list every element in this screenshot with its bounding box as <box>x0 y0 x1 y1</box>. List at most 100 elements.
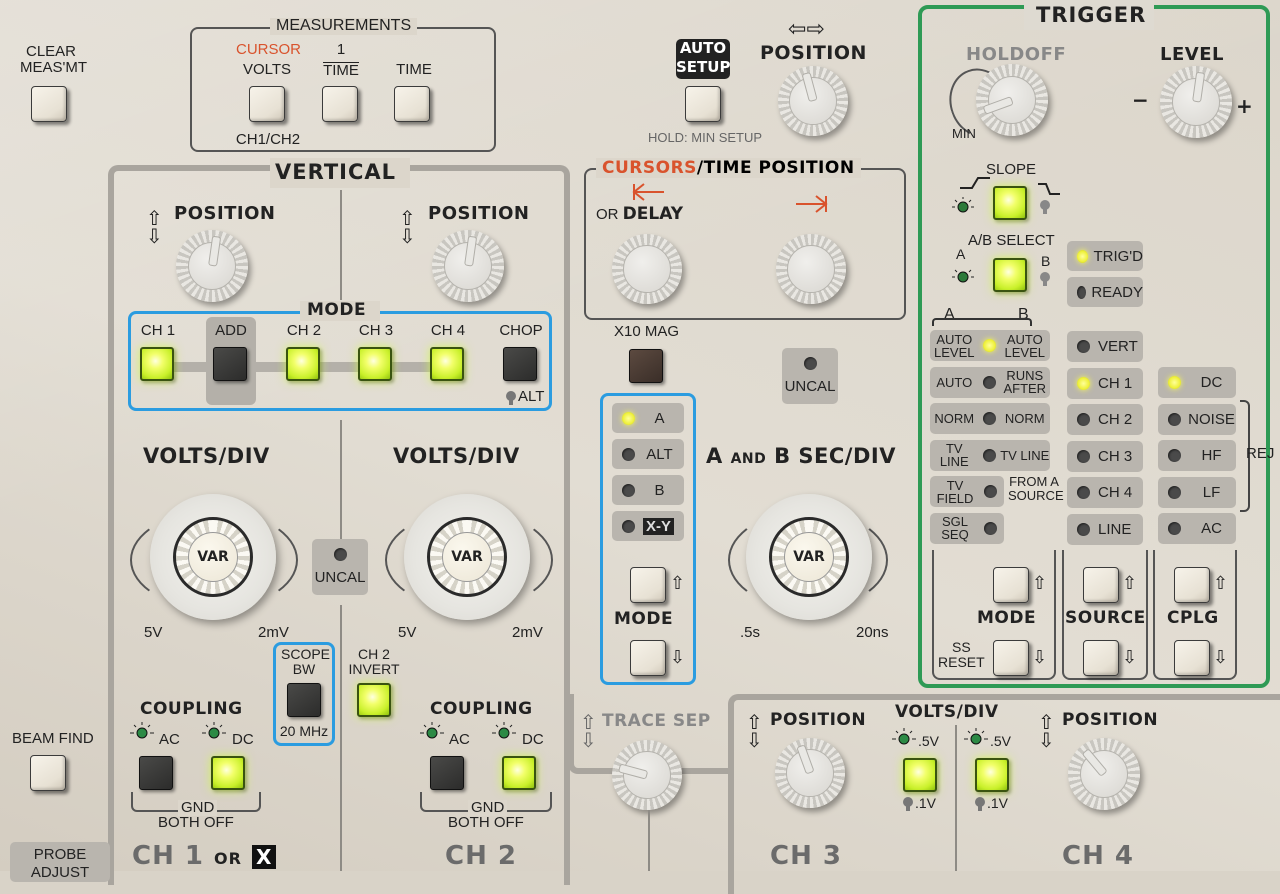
trigger-cplg-down-button[interactable] <box>1174 640 1210 676</box>
ch4-position-knob[interactable] <box>1068 738 1140 810</box>
mode-item-label: X-Y <box>643 517 675 535</box>
vertical-mode-button-ch2[interactable] <box>286 347 320 381</box>
trigger-mode-row: TV LINE TV LINE <box>930 439 1050 471</box>
inverse-time-numerator: 1 <box>336 41 346 58</box>
trigger-mode-row: AUTO RUNS AFTER <box>930 366 1050 398</box>
cursors-title-rest: /TIME POSITION <box>696 158 855 178</box>
slope-label: SLOPE <box>986 161 1037 178</box>
slope-button[interactable] <box>993 186 1027 220</box>
coupling-label: AC <box>1201 520 1222 537</box>
trigd-led <box>1077 249 1089 263</box>
ch3-high-label: .5V <box>918 733 940 749</box>
trace-sep-knob[interactable] <box>612 740 682 810</box>
source-led <box>1077 413 1090 426</box>
probe-adjust-label: PROBE ADJUST <box>30 846 90 881</box>
trigger-mode-down-button[interactable] <box>993 640 1029 676</box>
ss-label: SS <box>952 639 971 655</box>
cursor-volts-button[interactable] <box>249 86 285 122</box>
sec-div-rest: SEC/DIV <box>798 444 896 468</box>
ch4-high-label: .5V <box>990 733 1012 749</box>
horizontal-mode-down-button[interactable] <box>630 640 666 676</box>
ch1-dc-led-icon <box>200 722 228 744</box>
trigger-mode-led <box>982 339 996 352</box>
beam-find-button[interactable] <box>30 755 66 791</box>
probe-adjust-tile: PROBE ADJUST <box>10 842 110 882</box>
ch1-ac-led-icon <box>128 722 156 744</box>
coupling-label: NOISE <box>1188 410 1235 428</box>
ch1-dc-label: DC <box>232 731 254 748</box>
trigger-source-down-button[interactable] <box>1083 640 1119 676</box>
clear-measurement-button[interactable] <box>31 86 67 122</box>
scope-bw-freq-label: 20 MHz <box>279 723 329 739</box>
ch4-led-icon <box>962 728 990 750</box>
down-arrow-icon: ⇩ <box>670 647 686 667</box>
ready-indicator: READY <box>1067 277 1143 307</box>
up-arrow-icon: ⇧ <box>670 573 686 593</box>
x10-mag-button[interactable] <box>629 349 663 383</box>
ch1-var-knob[interactable]: VAR <box>187 531 239 583</box>
vertical-mode-button-chop[interactable] <box>503 347 537 381</box>
scope-bw-button[interactable] <box>287 683 321 717</box>
oscilloscope-front-panel: CLEAR MEAS'MT MEASUREMENTS CURSOR VOLTS … <box>0 0 1280 894</box>
vertical-mode-button-ch4[interactable] <box>430 347 464 381</box>
up-arrow-icon: ⇧ <box>1213 573 1229 593</box>
vertical-mode-button-ch3[interactable] <box>358 347 392 381</box>
ch2-ac-button[interactable] <box>430 756 464 790</box>
trigger-mode-up-button[interactable] <box>993 567 1029 603</box>
vertical-title: VERTICAL <box>275 160 397 184</box>
ch1-volts-div-knob[interactable]: VAR <box>150 494 276 620</box>
from-a-source-text: FROM A SOURCE <box>1008 474 1064 503</box>
knob-cap <box>787 245 835 293</box>
cursor-delay-knob-1[interactable] <box>612 234 682 304</box>
vertical-mode-button-ch1[interactable] <box>140 347 174 381</box>
source-led <box>1077 486 1090 499</box>
auto-setup-button[interactable] <box>685 86 721 122</box>
ch1-position-knob[interactable] <box>176 230 248 302</box>
sec-div-knob[interactable]: VAR <box>746 494 872 620</box>
horizontal-mode-item: B <box>612 475 684 505</box>
sec-div-max-label: 20ns <box>856 624 889 641</box>
source-label: CH 3 <box>1098 447 1133 465</box>
delay-label: DELAY <box>622 204 684 224</box>
led-unlit-icon <box>903 797 913 811</box>
trigger-mode-led <box>982 375 996 389</box>
inverse-time-denominator: TIME <box>323 62 359 79</box>
led-unlit-icon <box>1040 200 1050 214</box>
ch3-led-icon <box>890 728 918 750</box>
ch1-ac-button[interactable] <box>139 756 173 790</box>
ch2-volts-div-knob[interactable]: VAR <box>404 494 530 620</box>
horizontal-position-label: POSITION <box>760 42 867 64</box>
ch2-invert-button[interactable] <box>357 683 391 717</box>
inverse-time-button[interactable] <box>322 86 358 122</box>
ch1-dc-button[interactable] <box>211 756 245 790</box>
ch2-position-label: POSITION <box>428 203 530 224</box>
ch2-position-knob[interactable] <box>432 230 504 302</box>
ch2-dc-button[interactable] <box>502 756 536 790</box>
trigger-source-up-button[interactable] <box>1083 567 1119 603</box>
holdoff-knob[interactable] <box>976 64 1048 136</box>
time-button[interactable] <box>394 86 430 122</box>
sec-div-var-knob[interactable]: VAR <box>783 531 835 583</box>
horizontal-position-knob[interactable] <box>778 66 848 136</box>
trigger-source-label: SOURCE <box>1065 608 1146 628</box>
ch2-var-knob[interactable]: VAR <box>441 531 493 583</box>
vertical-mode-button-add[interactable] <box>213 347 247 381</box>
ch4-low-label: .1V <box>987 795 1009 811</box>
ch1-coupling-label: COUPLING <box>140 699 243 719</box>
horizontal-mode-label: MODE <box>614 609 674 629</box>
ch2-dc-led-icon <box>490 722 518 744</box>
mode-led <box>622 447 635 461</box>
ch3-volts-button[interactable] <box>903 758 937 792</box>
trigger-cplg-up-button[interactable] <box>1174 567 1210 603</box>
up-down-arrows-icon: ⇧ ⇩ <box>746 712 763 752</box>
ch3-position-knob[interactable] <box>775 738 845 808</box>
trigger-source-item: VERT <box>1067 331 1143 362</box>
ab-select-button[interactable] <box>993 258 1027 292</box>
horizontal-mode-up-button[interactable] <box>630 567 666 603</box>
cursor-knob-2[interactable] <box>776 234 846 304</box>
ch2-min-label: 5V <box>398 624 417 641</box>
ch4-volts-button[interactable] <box>975 758 1009 792</box>
vertical-mode-frame <box>128 311 552 411</box>
level-knob[interactable] <box>1160 66 1232 138</box>
vertical-mode-title: MODE <box>307 300 367 320</box>
